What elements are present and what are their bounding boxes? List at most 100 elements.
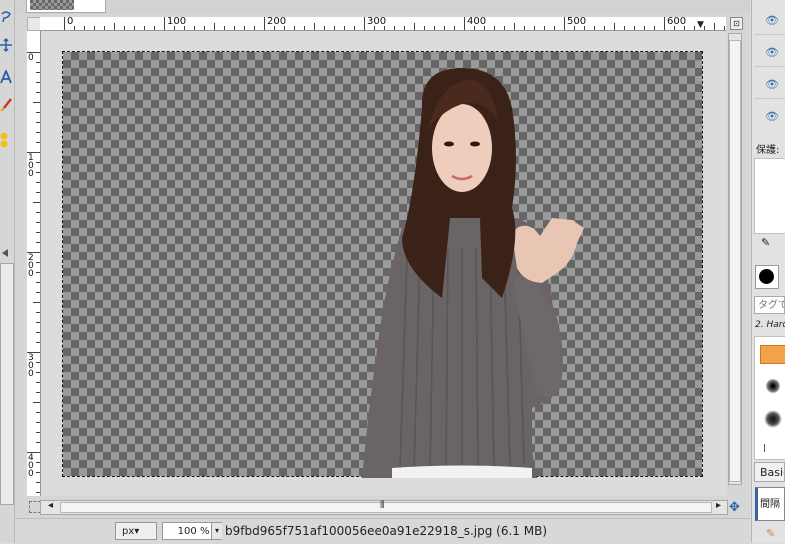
- ruler-minor-tick: [214, 23, 215, 30]
- brush-item[interactable]: [766, 379, 780, 393]
- selected-brush-item[interactable]: [760, 345, 785, 364]
- unit-selector[interactable]: px▾: [115, 522, 157, 540]
- vertical-scrollbar-thumb[interactable]: [729, 40, 741, 482]
- ruler-minor-tick: [254, 26, 255, 30]
- horizontal-scrollbar-thumb[interactable]: [60, 502, 712, 513]
- scroll-right-arrow-icon[interactable]: ▸: [716, 500, 721, 511]
- ruler-minor-tick: [704, 26, 705, 30]
- tag-filter-input[interactable]: タグで: [754, 296, 785, 314]
- ruler-minor-tick: [724, 26, 725, 30]
- pencil-icon[interactable]: ✎: [766, 527, 775, 540]
- eye-icon[interactable]: 👁: [764, 78, 780, 91]
- ruler-minor-tick: [334, 26, 335, 30]
- ruler-minor-tick: [194, 26, 195, 30]
- ruler-minor-tick: [434, 26, 435, 30]
- ruler-minor-tick: [614, 23, 615, 30]
- ruler-minor-tick: [644, 26, 645, 30]
- ruler-digit: 0: [28, 269, 34, 279]
- ruler-minor-tick: [514, 23, 515, 30]
- ruler-minor-tick: [74, 26, 75, 30]
- ruler-digit: 0: [28, 53, 34, 63]
- ruler-minor-tick: [694, 26, 695, 30]
- ruler-minor-tick: [33, 202, 40, 203]
- ruler-minor-tick: [36, 82, 40, 83]
- eye-icon[interactable]: 👁: [764, 46, 780, 59]
- smudge-tool-icon[interactable]: [0, 132, 12, 148]
- ruler-minor-tick: [36, 372, 40, 373]
- ruler-minor-tick: [36, 382, 40, 383]
- ruler-digit: 0: [28, 469, 34, 479]
- ruler-tick: [664, 17, 665, 30]
- ruler-minor-tick: [36, 72, 40, 73]
- ruler-minor-tick: [604, 26, 605, 30]
- zoom-dropdown-button[interactable]: ▾: [211, 523, 222, 539]
- scrollbar-grip-icon: ⦀: [380, 500, 385, 511]
- zoom-follow-button[interactable]: ⊡: [730, 17, 743, 30]
- ruler-minor-tick: [204, 26, 205, 30]
- ruler-minor-tick: [414, 23, 415, 30]
- woman-cutout-image: [362, 68, 584, 478]
- ruler-minor-tick: [36, 162, 40, 163]
- image-tab-thumbnail[interactable]: [26, 0, 106, 13]
- ruler-minor-tick: [444, 26, 445, 30]
- ruler-minor-tick: [36, 182, 40, 183]
- ruler-corner[interactable]: [27, 17, 41, 31]
- ruler-minor-tick: [594, 26, 595, 30]
- ruler-minor-tick: [454, 26, 455, 30]
- ruler-minor-tick: [544, 26, 545, 30]
- navigate-icon[interactable]: ✥: [729, 500, 740, 515]
- ruler-minor-tick: [36, 282, 40, 283]
- ruler-minor-tick: [584, 26, 585, 30]
- ruler-minor-tick: [574, 26, 575, 30]
- layer-row-divider: [754, 34, 785, 35]
- ruler-minor-tick: [374, 26, 375, 30]
- eye-icon[interactable]: 👁: [764, 110, 780, 123]
- panel-collapse-icon[interactable]: [0, 247, 12, 263]
- ruler-minor-tick: [36, 112, 40, 113]
- ruler-arrow-icon: ▼: [697, 20, 704, 30]
- thumbnail-preview: [30, 0, 74, 10]
- ruler-minor-tick: [36, 472, 40, 473]
- ruler-minor-tick: [404, 26, 405, 30]
- ruler-minor-tick: [684, 26, 685, 30]
- ruler-minor-tick: [36, 292, 40, 293]
- eye-icon[interactable]: 👁: [764, 14, 780, 27]
- toolbox-scrollbar[interactable]: [0, 263, 14, 505]
- brush-item[interactable]: [764, 444, 771, 452]
- ruler-minor-tick: [314, 23, 315, 30]
- ruler-minor-tick: [36, 92, 40, 93]
- spacing-field[interactable]: 間隔: [755, 487, 785, 521]
- vertical-ruler[interactable]: 0 100 200 300 400: [27, 31, 41, 496]
- ruler-minor-tick: [384, 26, 385, 30]
- ruler-minor-tick: [494, 26, 495, 30]
- paintbrush-tool-icon[interactable]: [0, 98, 12, 114]
- move-tool-icon[interactable]: [0, 37, 12, 54]
- ruler-minor-tick: [36, 462, 40, 463]
- lasso-tool-icon[interactable]: [0, 10, 12, 26]
- ruler-minor-tick: [174, 26, 175, 30]
- preset-button[interactable]: Basic: [754, 462, 785, 482]
- ruler-minor-tick: [274, 26, 275, 30]
- ruler-minor-tick: [284, 26, 285, 30]
- ruler-minor-tick: [36, 272, 40, 273]
- ruler-tick: [564, 17, 565, 30]
- brush-item[interactable]: [764, 410, 782, 428]
- ruler-minor-tick: [154, 26, 155, 30]
- ruler-minor-tick: [36, 322, 40, 323]
- scroll-left-arrow-icon[interactable]: ◂: [48, 500, 53, 511]
- ruler-minor-tick: [504, 26, 505, 30]
- ruler-minor-tick: [634, 26, 635, 30]
- horizontal-ruler[interactable]: 0 100 200 300 400 500 600: [40, 17, 726, 31]
- ruler-minor-tick: [524, 26, 525, 30]
- ruler-label: 0: [67, 17, 74, 27]
- ruler-minor-tick: [534, 26, 535, 30]
- text-tool-icon[interactable]: [0, 68, 12, 86]
- lock-label: 保護:: [756, 145, 780, 156]
- ruler-minor-tick: [244, 26, 245, 30]
- ruler-minor-tick: [36, 362, 40, 363]
- ruler-minor-tick: [36, 392, 40, 393]
- ruler-digit: 0: [28, 169, 34, 179]
- ruler-minor-tick: [36, 342, 40, 343]
- hardness-brush-icon: [759, 269, 774, 284]
- edit-icon[interactable]: ✎: [761, 236, 770, 249]
